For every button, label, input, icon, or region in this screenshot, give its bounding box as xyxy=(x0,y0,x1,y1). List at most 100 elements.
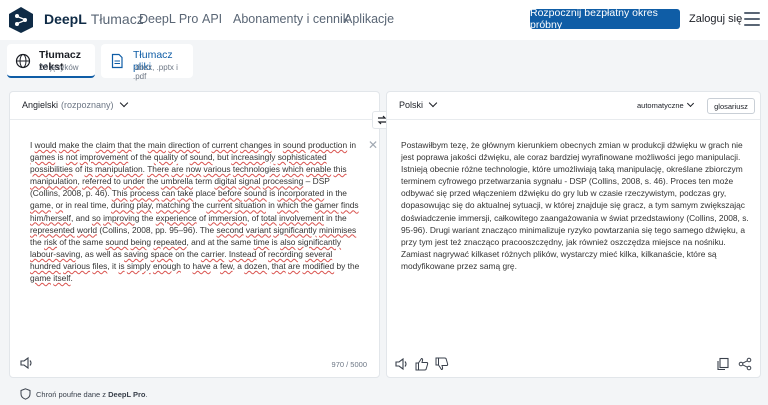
text-segment: of xyxy=(199,140,212,150)
flagged-word: gamer xyxy=(314,200,339,211)
flagged-word: that xyxy=(271,260,286,271)
text-segment: of xyxy=(256,248,268,259)
flagged-word: sound xyxy=(105,236,129,247)
nav-apps[interactable]: Aplikacje xyxy=(344,12,394,26)
nav-pricing[interactable]: Abonamenty i cennik xyxy=(233,12,349,26)
flagged-word: game xyxy=(30,200,51,211)
promo-link[interactable]: DeepL Pro xyxy=(108,390,145,399)
login-link[interactable]: Zaloguj się xyxy=(689,13,742,25)
text-segment: in xyxy=(347,140,356,150)
thumbs-down-icon[interactable] xyxy=(435,357,449,371)
flagged-word: game xyxy=(30,273,51,284)
flagged-word: time xyxy=(253,236,270,247)
text-segment: the xyxy=(79,140,96,150)
deepl-logo-icon[interactable] xyxy=(7,6,35,34)
flagged-word: technologies xyxy=(232,164,280,175)
flagged-word: immersion xyxy=(208,212,247,223)
flagged-word: can xyxy=(161,188,176,199)
flagged-word: enough xyxy=(152,260,181,271)
flagged-word: finds xyxy=(340,200,359,211)
target-language: Polski xyxy=(399,100,424,110)
document-icon xyxy=(111,53,123,69)
start-trial-button[interactable]: Rozpocznij bezpłatny okres próbny xyxy=(530,7,680,31)
flagged-word: is xyxy=(118,260,125,271)
target-header: Polski automatyczne glosariusz xyxy=(387,92,760,120)
speaker-icon[interactable] xyxy=(20,357,34,369)
tab-files-subtitle: .docx, .pptx i .pdf xyxy=(133,63,178,81)
thumbs-up-icon[interactable] xyxy=(415,357,429,371)
text-segment: the xyxy=(190,200,207,211)
flagged-word: modified xyxy=(302,260,335,271)
clear-icon[interactable]: ✕ xyxy=(368,138,378,152)
text-segment: the xyxy=(298,200,315,211)
flagged-word: several xyxy=(305,248,333,259)
flagged-word: situation xyxy=(234,200,266,211)
text-segment: , and at the same xyxy=(186,236,254,247)
flagged-word: digital xyxy=(214,176,237,187)
flagged-word: would xyxy=(34,140,57,150)
flagged-word: manipulation xyxy=(30,176,78,187)
text-segment: in xyxy=(265,200,278,211)
brand[interactable]: DeepL Tłumacz xyxy=(44,11,144,27)
flagged-word: incorporated xyxy=(277,188,325,199)
chevron-down-icon xyxy=(119,98,128,108)
flagged-word: have xyxy=(192,260,211,271)
flagged-word: so xyxy=(91,212,101,223)
text-segment: the xyxy=(30,236,44,247)
tab-translate-files[interactable]: Tłumacz pliki .docx, .pptx i .pdf xyxy=(101,44,193,81)
flagged-word: files xyxy=(92,260,108,271)
brand-product: Tłumacz xyxy=(90,11,144,27)
text-segment: , but xyxy=(212,152,232,163)
text-segment: , it xyxy=(107,260,119,271)
promo-text: Chroń poufne dane z xyxy=(36,389,109,399)
menu-icon[interactable] xyxy=(744,12,760,26)
text-segment: by the xyxy=(334,260,360,271)
flagged-word: improving xyxy=(103,212,140,223)
flagged-word: minimises xyxy=(318,224,357,235)
flagged-word: repeated xyxy=(153,236,187,247)
flagged-word: sound xyxy=(244,188,267,199)
copy-icon[interactable] xyxy=(716,357,730,371)
shield-icon xyxy=(20,388,31,400)
flagged-word: this xyxy=(333,164,347,175)
flagged-word: changes xyxy=(240,140,272,150)
target-language-select[interactable]: Polski xyxy=(399,98,438,110)
glossary-button[interactable]: glosariusz xyxy=(707,98,755,114)
source-language-select[interactable]: Angielski (rozpoznany) xyxy=(22,98,128,110)
flagged-word: main xyxy=(147,140,166,150)
flagged-word: or xyxy=(55,200,64,211)
flagged-word: that xyxy=(117,140,132,150)
flagged-word: matching xyxy=(156,200,191,211)
flagged-word: process xyxy=(129,188,160,199)
chevron-down-icon xyxy=(428,98,438,108)
text-segment: , as well as xyxy=(80,248,125,259)
flagged-word: not xyxy=(65,152,78,163)
flagged-word: itself xyxy=(53,273,71,284)
text-segment: of xyxy=(72,164,85,175)
flagged-word: also xyxy=(280,236,296,247)
brand-name: DeepL xyxy=(44,11,87,27)
source-textarea[interactable]: I would make the claim that the main dir… xyxy=(30,139,360,284)
text-segment: in real time, xyxy=(63,200,112,211)
flagged-word: its xyxy=(84,164,93,175)
flagged-word: dozen xyxy=(244,260,268,271)
speaker-icon[interactable] xyxy=(395,357,409,371)
flagged-word: herself xyxy=(45,212,71,223)
flagged-word: various xyxy=(63,260,91,271)
flagged-word: sophisticated xyxy=(277,152,327,163)
text-segment: the xyxy=(139,212,156,223)
flagged-word: direction xyxy=(168,140,200,150)
flagged-word: before xyxy=(217,188,242,199)
flagged-word: which xyxy=(277,200,299,211)
text-segment: to xyxy=(180,260,193,271)
formality-select[interactable]: automatyczne xyxy=(637,99,694,110)
text-segment: to xyxy=(111,176,124,187)
tab-translate-text[interactable]: Tłumacz tekst 26 języków xyxy=(7,44,95,78)
flagged-word: games xyxy=(30,152,56,163)
flagged-word: current xyxy=(206,200,233,211)
flagged-word: increasingly xyxy=(231,152,276,163)
nav-api[interactable]: API xyxy=(202,12,222,26)
share-icon[interactable] xyxy=(738,357,752,371)
flagged-word: recording xyxy=(267,248,303,259)
nav-deepl-pro[interactable]: DeepL Pro xyxy=(139,12,198,26)
